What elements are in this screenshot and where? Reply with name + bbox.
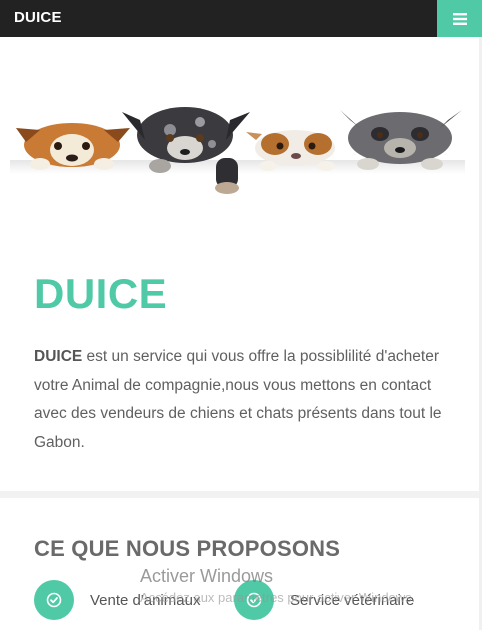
menu-toggle-button[interactable] <box>437 0 482 37</box>
section-divider <box>0 491 479 498</box>
dogs-illustration <box>10 107 465 194</box>
check-icon <box>46 592 62 608</box>
brand-link[interactable]: DUICE <box>14 9 62 26</box>
service-label: Service vétérinaire <box>290 591 415 609</box>
dog-3 <box>246 130 335 171</box>
dog-2 <box>122 107 250 194</box>
check-icon <box>246 592 262 608</box>
hero-image <box>0 100 482 210</box>
page-title: DUICE <box>34 270 168 317</box>
top-navbar: DUICE <box>0 0 482 37</box>
service-item-sales[interactable]: Vente d'animaux <box>34 580 200 620</box>
brand-bold: DUICE <box>34 348 83 365</box>
about-text: est un service qui vous offre la possibl… <box>34 348 442 451</box>
check-circle <box>234 580 274 620</box>
service-label: Vente d'animaux <box>90 591 201 609</box>
about-paragraph: DUICE est un service qui vous offre la p… <box>34 343 454 457</box>
services-section: CE QUE NOUS PROPOSONS Vente d'animaux Se… <box>0 498 479 630</box>
about-section: DUICE DUICE est un service qui vous offr… <box>0 230 479 492</box>
check-circle <box>34 580 74 620</box>
services-title: CE QUE NOUS PROPOSONS <box>34 536 341 561</box>
service-item-veterinary[interactable]: Service vétérinaire <box>234 580 414 620</box>
dog-1 <box>16 123 130 170</box>
hamburger-icon <box>452 12 467 25</box>
